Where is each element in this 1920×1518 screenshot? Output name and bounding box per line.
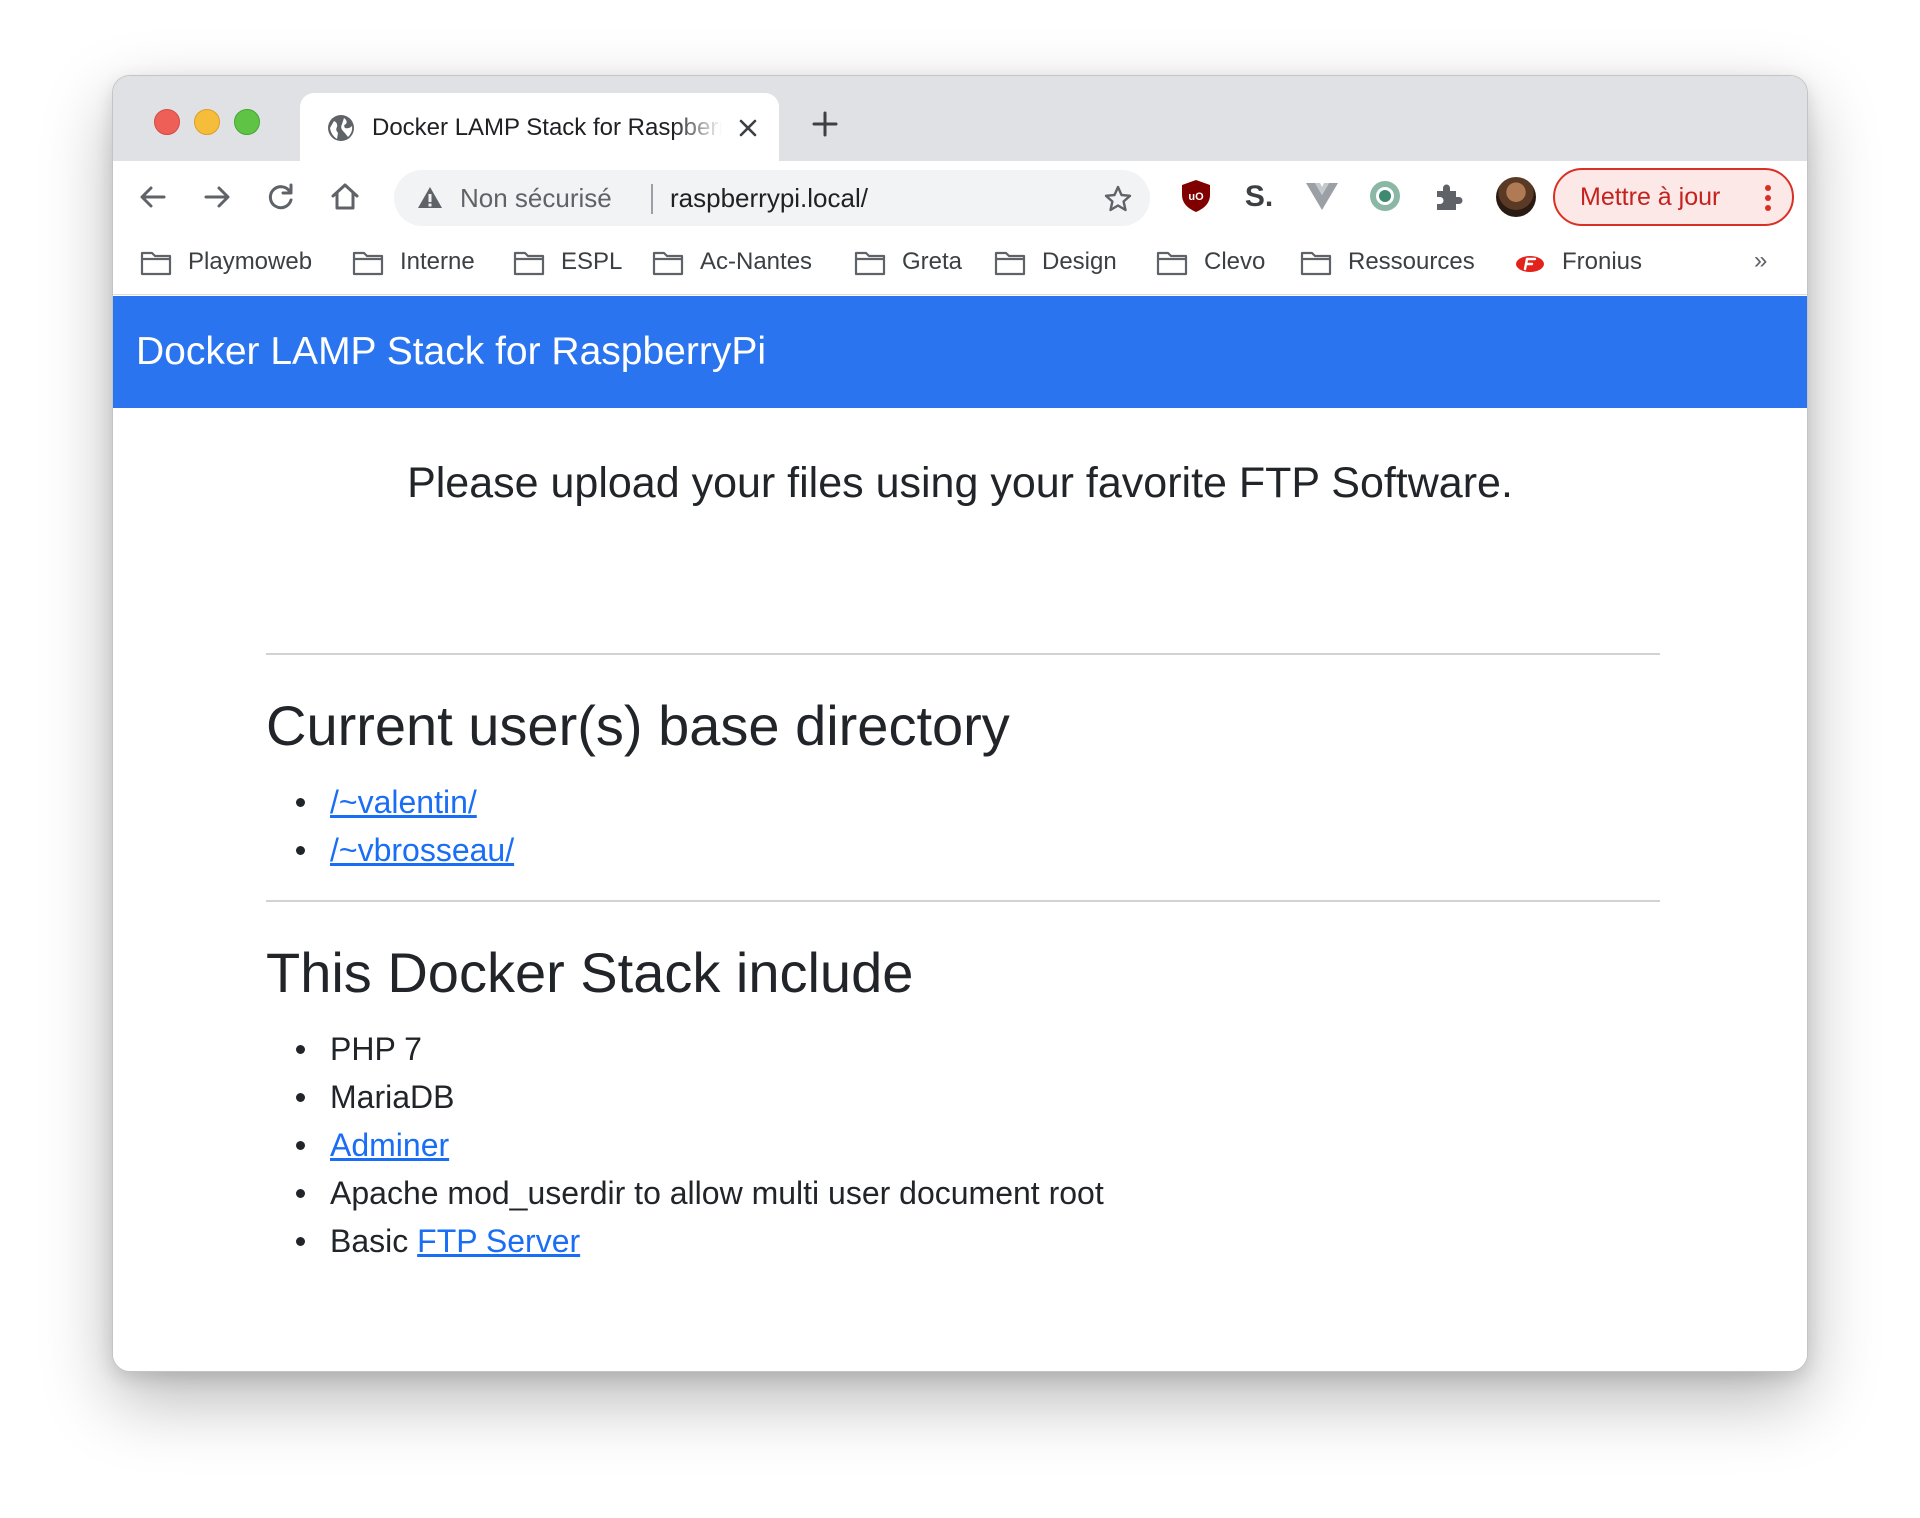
tab-active[interactable]: Docker LAMP Stack for Raspberry (300, 93, 779, 161)
extension-circle-icon[interactable] (1367, 178, 1403, 214)
zoom-window-button[interactable] (234, 109, 260, 135)
user-link-valentin[interactable]: /~valentin/ (330, 784, 477, 820)
kebab-menu-icon[interactable] (1764, 184, 1772, 212)
bookmark-label: ESPL (561, 248, 623, 275)
svg-text:uO: uO (1188, 191, 1204, 203)
folder-icon (994, 251, 1026, 276)
stack-item-ftp-prefix: Basic (330, 1223, 418, 1259)
browser-window: Docker LAMP Stack for Raspberry Non sécu… (112, 75, 1808, 1372)
warning-icon[interactable] (416, 184, 444, 212)
update-button-label: Mettre à jour (1580, 183, 1721, 211)
list-item: Apache mod_userdir to allow multi user d… (296, 1169, 1104, 1217)
bookmark-label: Design (1042, 248, 1117, 275)
reload-icon[interactable] (265, 181, 297, 213)
folder-icon (140, 251, 172, 276)
divider (266, 653, 1660, 655)
upload-instructions: Please upload your files using your favo… (407, 459, 1513, 507)
stack-item-userdir: Apache mod_userdir to allow multi user d… (330, 1175, 1104, 1211)
profile-avatar[interactable] (1496, 177, 1536, 217)
semrush-s-icon[interactable]: S. (1241, 178, 1277, 214)
omnibox-divider (651, 184, 653, 214)
bookmark-label: Ac-Nantes (700, 248, 813, 275)
vue-devtools-icon[interactable] (1304, 178, 1340, 214)
list-item: PHP 7 (296, 1025, 1104, 1073)
new-tab-plus-icon[interactable] (810, 109, 840, 139)
minimize-window-button[interactable] (194, 109, 220, 135)
update-button[interactable]: Mettre à jour (1553, 168, 1794, 226)
list-item: MariaDB (296, 1073, 1104, 1121)
folder-icon (513, 251, 545, 276)
tab-strip: Docker LAMP Stack for Raspberry (113, 76, 1807, 161)
users-heading: Current user(s) base directory (266, 694, 1010, 757)
close-window-button[interactable] (154, 109, 180, 135)
bookmark-star-icon[interactable] (1103, 184, 1133, 214)
stack-item-mariadb: MariaDB (330, 1079, 455, 1115)
back-arrow-icon[interactable] (137, 181, 169, 213)
address-bar[interactable]: Non sécurisé raspberrypi.local/ (394, 170, 1150, 226)
url-text[interactable]: raspberrypi.local/ (670, 170, 868, 226)
fronius-logo-icon (1516, 256, 1544, 272)
folder-icon (652, 251, 684, 276)
page-viewport: Docker LAMP Stack for RaspberryPi Please… (113, 296, 1807, 1371)
bookmark-label: Playmoweb (188, 248, 313, 275)
tab-title: Docker LAMP Stack for Raspberry (372, 114, 722, 141)
site-navbar: Docker LAMP Stack for RaspberryPi (113, 296, 1807, 408)
svg-text:S.: S. (1245, 180, 1273, 213)
bookmark-label: Greta (902, 248, 963, 275)
ftp-server-link[interactable]: FTP Server (417, 1223, 580, 1259)
home-icon[interactable] (329, 181, 361, 213)
list-item: Basic FTP Server (296, 1217, 1104, 1265)
list-item: Adminer (296, 1121, 1104, 1169)
globe-icon (328, 115, 354, 141)
bookmark-label: Interne (400, 248, 475, 275)
stack-heading: This Docker Stack include (266, 941, 914, 1004)
divider (266, 900, 1660, 902)
folder-icon (1300, 251, 1332, 276)
extensions-puzzle-icon[interactable] (1430, 178, 1466, 214)
navbar-brand[interactable]: Docker LAMP Stack for RaspberryPi (136, 296, 766, 408)
list-item: /~valentin/ (295, 778, 514, 826)
stack-list: PHP 7 MariaDB Adminer Apache mod_userdir… (296, 1025, 1104, 1265)
forward-arrow-icon[interactable] (201, 181, 233, 213)
bookmarks-bar: Playmoweb Interne ESPL Ac-Nantes Greta D… (113, 231, 1807, 295)
ublock-origin-icon[interactable]: uO (1178, 178, 1214, 214)
adminer-link[interactable]: Adminer (330, 1127, 449, 1163)
bookmark-label: Ressources (1348, 248, 1475, 275)
folder-icon (1156, 251, 1188, 276)
bookmark-label: Clevo (1204, 248, 1266, 275)
users-list: /~valentin/ /~vbrosseau/ (295, 778, 514, 874)
bookmarks-overflow-chevron[interactable]: » (1754, 243, 1767, 279)
user-link-vbrosseau[interactable]: /~vbrosseau/ (330, 832, 514, 868)
security-label[interactable]: Non sécurisé (460, 170, 612, 226)
bookmark-label: Fronius (1562, 248, 1643, 275)
toolbar: Non sécurisé raspberrypi.local/ uO S. Me… (113, 161, 1807, 231)
folder-icon (352, 251, 384, 276)
folder-icon (854, 251, 886, 276)
close-icon[interactable] (736, 116, 760, 140)
stack-item-php: PHP 7 (330, 1031, 422, 1067)
list-item: /~vbrosseau/ (295, 826, 514, 874)
